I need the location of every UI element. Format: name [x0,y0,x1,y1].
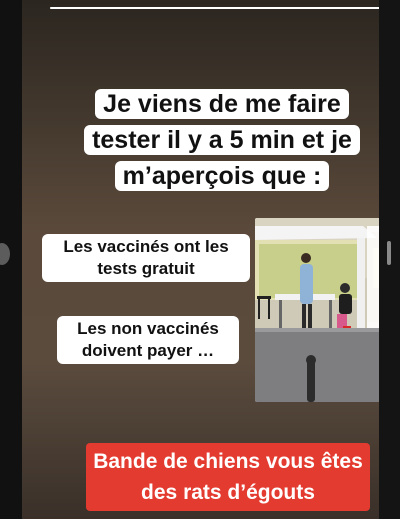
next-story-button[interactable] [387,241,391,265]
cta-banner: Bande de chiens vous êtes des rats d’égo… [86,443,370,511]
story-frame[interactable]: Je viens de me faire tester il y a 5 min… [22,0,379,519]
photo-illustration [255,218,379,402]
caption-vaccinated: Les vaccinés ont les tests gratuit [42,234,250,282]
story-progress-bar [50,7,379,9]
headline-label: Je viens de me faire tester il y a 5 min… [84,89,360,191]
story-progress-fill [50,7,379,9]
left-edge-panel [0,0,22,519]
caption-unvaccinated: Les non vaccinés doivent payer … [57,316,239,364]
right-edge-panel [379,0,400,519]
headline-text: Je viens de me faire tester il y a 5 min… [76,86,368,194]
testing-tent-photo [255,218,379,402]
previous-story-button[interactable] [0,243,10,265]
